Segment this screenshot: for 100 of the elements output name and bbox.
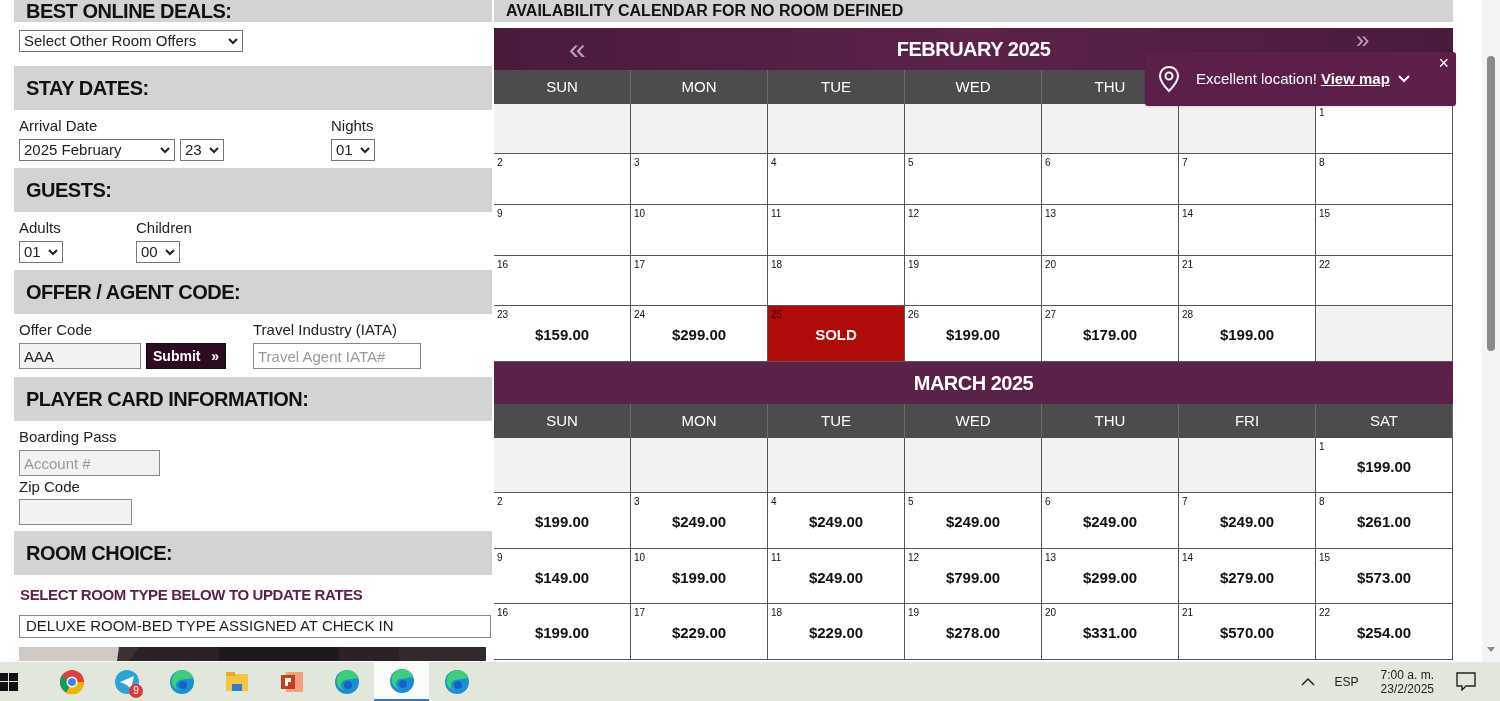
day-cell[interactable]: 7 bbox=[1179, 154, 1316, 204]
day-cell[interactable]: 20 $331.00 bbox=[1042, 604, 1179, 659]
month-title: MARCH 2025 bbox=[913, 371, 1034, 396]
day-cell[interactable]: 8 bbox=[1316, 154, 1453, 204]
clock[interactable]: 7:00 a. m. 23/2/2025 bbox=[1380, 667, 1434, 696]
day-cell[interactable]: 15 bbox=[1316, 205, 1453, 255]
day-cell[interactable]: 6 bbox=[1042, 154, 1179, 204]
select-field[interactable]: 23 bbox=[180, 139, 224, 161]
chevron-up-icon[interactable] bbox=[1300, 677, 1315, 686]
day-cell[interactable]: 13 bbox=[1042, 205, 1179, 255]
day-cell[interactable]: 1 $199.00 bbox=[1316, 438, 1453, 492]
day-cell[interactable]: 9 bbox=[494, 205, 631, 255]
price-label: $199.00 bbox=[671, 567, 727, 588]
day-cell[interactable]: 22 bbox=[1316, 256, 1453, 305]
day-cell[interactable]: 16 bbox=[494, 256, 631, 305]
price-label: $199.00 bbox=[534, 512, 590, 533]
select-field[interactable]: Select Other Room Offers bbox=[19, 30, 243, 52]
chrome-browser-icon[interactable] bbox=[57, 667, 86, 696]
day-cell[interactable]: 19 $278.00 bbox=[905, 604, 1042, 659]
select-field[interactable]: 00 bbox=[136, 241, 180, 263]
day-number: 25 bbox=[771, 308, 783, 322]
price-label: $278.00 bbox=[945, 623, 1001, 644]
input-field[interactable]: AAA bbox=[19, 343, 141, 369]
day-number: 7 bbox=[1182, 495, 1188, 509]
day-cell[interactable]: 4 $249.00 bbox=[768, 493, 905, 548]
day-cell[interactable]: 13 $299.00 bbox=[1042, 549, 1179, 603]
day-cell[interactable]: 12 bbox=[905, 205, 1042, 255]
section-title: OFFER / AGENT CODE: bbox=[26, 280, 241, 305]
price-label: $229.00 bbox=[808, 623, 864, 644]
day-cell[interactable]: 1 bbox=[1316, 104, 1453, 153]
price-label: $199.00 bbox=[1356, 456, 1412, 477]
day-cell[interactable]: 28 $199.00 bbox=[1179, 306, 1316, 361]
day-number: 20 bbox=[1045, 606, 1057, 620]
windows-start-icon[interactable] bbox=[0, 672, 18, 691]
close-button[interactable]: × bbox=[1438, 53, 1449, 73]
edge-browser-icon[interactable] bbox=[387, 666, 416, 695]
input-field[interactable]: Account # bbox=[19, 450, 160, 476]
paper-plane-app-icon[interactable] bbox=[112, 667, 141, 696]
day-number: 21 bbox=[1182, 258, 1194, 272]
day-cell[interactable]: 21 $570.00 bbox=[1179, 604, 1316, 659]
edge-browser-icon[interactable] bbox=[167, 667, 196, 696]
day-number: 24 bbox=[634, 308, 646, 322]
day-cell[interactable]: 10 $199.00 bbox=[631, 549, 768, 603]
day-cell[interactable]: 17 $229.00 bbox=[631, 604, 768, 659]
select-field[interactable]: 01 bbox=[19, 241, 63, 263]
day-cell[interactable]: 15 $573.00 bbox=[1316, 549, 1453, 603]
price-label: $229.00 bbox=[671, 623, 727, 644]
day-cell[interactable]: 7 $249.00 bbox=[1179, 493, 1316, 548]
day-cell[interactable]: 6 $249.00 bbox=[1042, 493, 1179, 548]
next-month-button[interactable]: » bbox=[1356, 30, 1370, 50]
language-indicator[interactable]: ESP bbox=[1334, 672, 1359, 691]
field-label: Boarding Pass bbox=[19, 429, 118, 445]
previous-month-button[interactable]: « bbox=[569, 34, 586, 64]
edge-browser-icon[interactable] bbox=[442, 667, 471, 696]
day-cell[interactable]: 9 $149.00 bbox=[494, 549, 631, 603]
day-cell[interactable]: 27 $179.00 bbox=[1042, 306, 1179, 361]
notification-icon[interactable] bbox=[1456, 672, 1476, 691]
day-cell[interactable]: 11 $249.00 bbox=[768, 549, 905, 603]
day-number: 15 bbox=[1319, 551, 1331, 565]
day-cell[interactable]: 16 $199.00 bbox=[494, 604, 631, 659]
day-number: 9 bbox=[497, 207, 503, 221]
day-cell[interactable]: 8 $261.00 bbox=[1316, 493, 1453, 548]
day-cell[interactable]: 2 $199.00 bbox=[494, 493, 631, 548]
select-field[interactable]: 01 bbox=[331, 139, 375, 161]
day-cell[interactable]: 18 $229.00 bbox=[768, 604, 905, 659]
day-cell[interactable]: 23 $159.00 bbox=[494, 306, 631, 361]
weekday-label: THU bbox=[1094, 410, 1126, 431]
day-number: 8 bbox=[1319, 156, 1325, 170]
day-cell[interactable]: 12 $799.00 bbox=[905, 549, 1042, 603]
day-cell[interactable]: 18 bbox=[768, 256, 905, 305]
day-cell[interactable]: 3 $249.00 bbox=[631, 493, 768, 548]
room-select[interactable]: DELUXE ROOM-BED TYPE ASSIGNED AT CHECK IN bbox=[19, 615, 491, 638]
day-cell[interactable]: 5 bbox=[905, 154, 1042, 204]
day-cell[interactable]: 19 bbox=[905, 256, 1042, 305]
day-cell[interactable]: 20 bbox=[1042, 256, 1179, 305]
input-field[interactable]: Travel Agent IATA# bbox=[253, 343, 421, 369]
scrollbar-drawing[interactable] bbox=[1482, 0, 1500, 662]
day-cell[interactable]: 21 bbox=[1179, 256, 1316, 305]
day-cell[interactable]: 2 bbox=[494, 154, 631, 204]
select-field[interactable]: 2025 February bbox=[19, 139, 175, 161]
day-cell[interactable]: 24 $299.00 bbox=[631, 306, 768, 361]
day-cell[interactable]: 17 bbox=[631, 256, 768, 305]
day-cell[interactable]: 22 $254.00 bbox=[1316, 604, 1453, 659]
chevron-down-icon[interactable] bbox=[1397, 75, 1410, 83]
section-title: STAY DATES: bbox=[26, 76, 149, 101]
edge-browser-icon[interactable] bbox=[332, 667, 361, 696]
day-cell[interactable]: 10 bbox=[631, 205, 768, 255]
day-cell[interactable]: 26 $199.00 bbox=[905, 306, 1042, 361]
day-number: 3 bbox=[634, 495, 640, 509]
day-cell[interactable]: 11 bbox=[768, 205, 905, 255]
day-cell[interactable]: 14 bbox=[1179, 205, 1316, 255]
input-field[interactable] bbox=[19, 499, 132, 525]
day-cell[interactable]: 3 bbox=[631, 154, 768, 204]
day-cell[interactable]: 14 $279.00 bbox=[1179, 549, 1316, 603]
weekday-label: SUN bbox=[546, 410, 578, 431]
field-label: Travel Industry (IATA) bbox=[253, 322, 398, 338]
day-cell[interactable]: 5 $249.00 bbox=[905, 493, 1042, 548]
day-cell[interactable]: 4 bbox=[768, 154, 905, 204]
view-map-link[interactable]: View map bbox=[1320, 67, 1390, 91]
submit-button[interactable]: Submit » bbox=[146, 343, 226, 369]
